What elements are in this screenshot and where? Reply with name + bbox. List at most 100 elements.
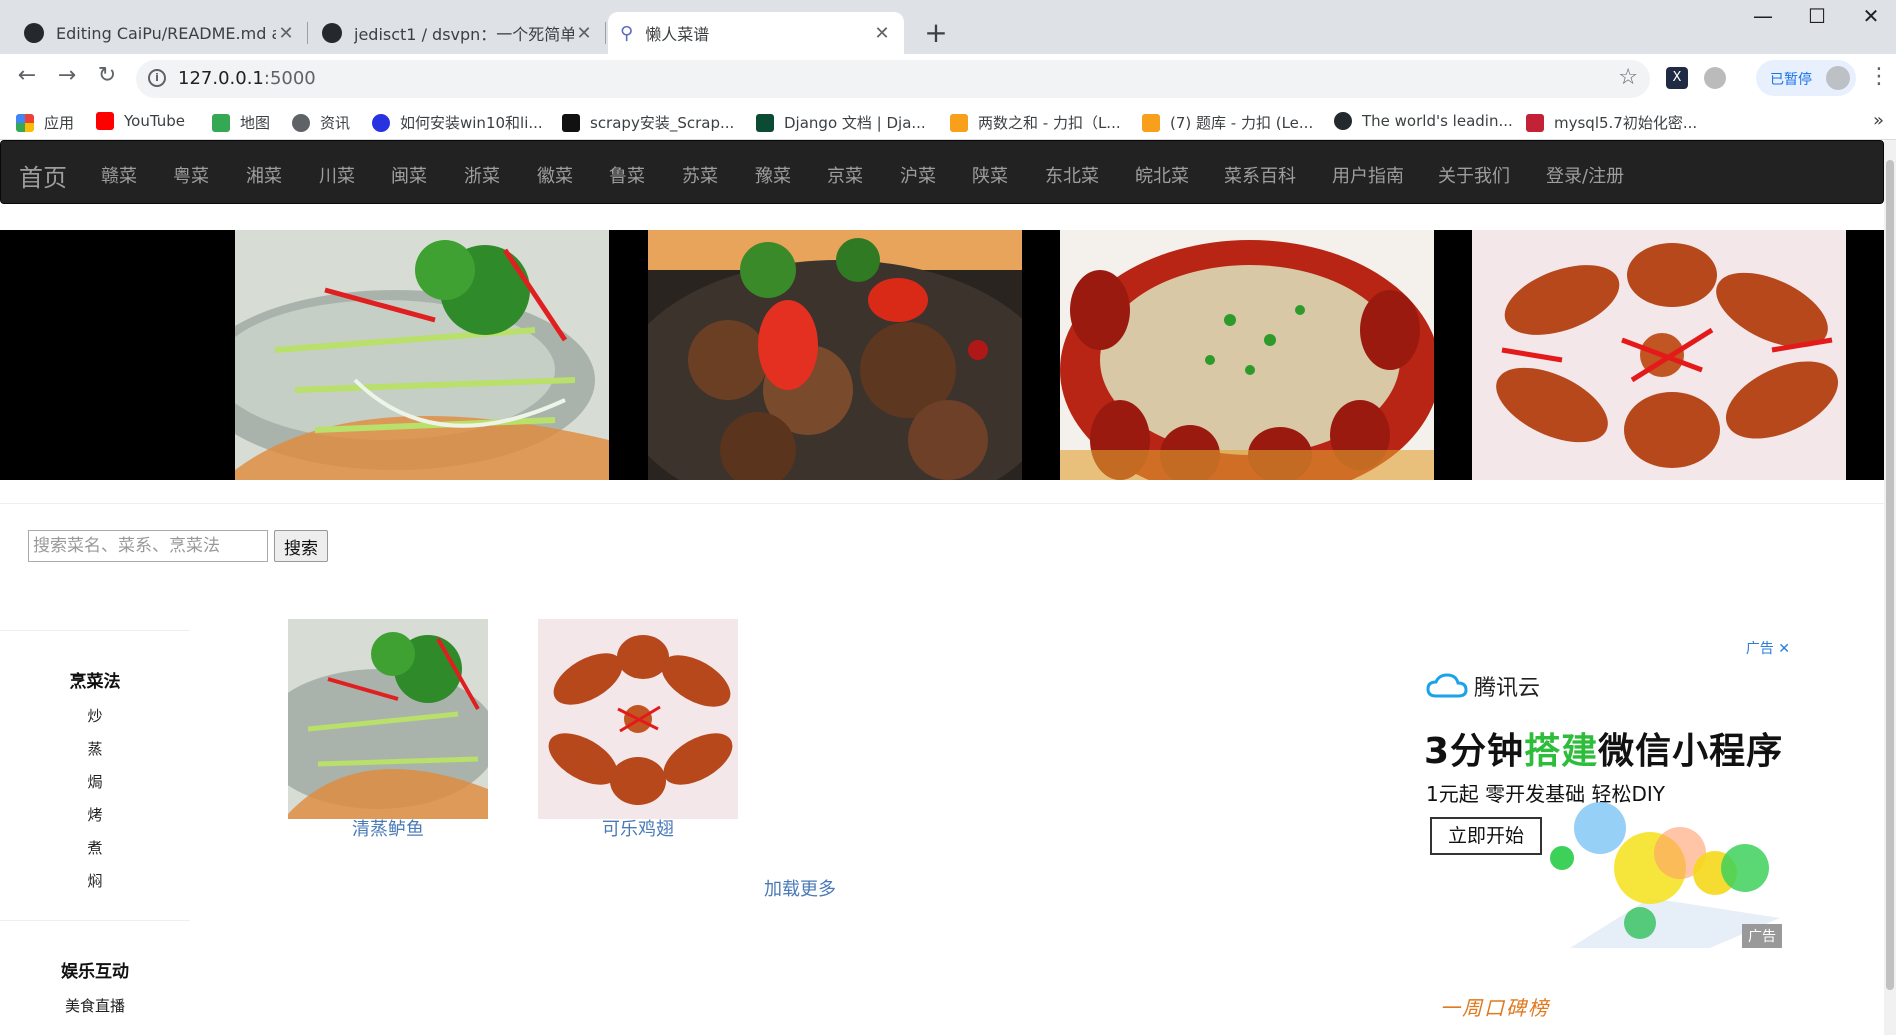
search-input[interactable]	[28, 530, 268, 562]
leetcode-icon	[950, 113, 968, 132]
sidebar-item-food-live[interactable]: 美食直播	[0, 990, 190, 1023]
ad-corner-label: 广告	[1742, 924, 1782, 948]
new-tab-button[interactable]: +	[920, 16, 952, 49]
close-tab-icon[interactable]: ✕	[574, 23, 594, 44]
bookmarks-bar: 应用 YouTube 地图 资讯 如何安装win10和li... scrapy安…	[0, 104, 1896, 140]
page-icon: ⚲	[620, 22, 634, 44]
bookmark-mysql[interactable]: mysql5.7初始化密...	[1526, 112, 1697, 133]
bookmark-maps[interactable]: 地图	[212, 112, 270, 133]
bookmark-install-win10[interactable]: 如何安装win10和li...	[372, 112, 543, 133]
dish-card[interactable]: 清蒸鲈鱼	[288, 619, 488, 841]
sidebar-section-title: 烹菜法	[69, 672, 121, 692]
dish-name[interactable]: 可乐鸡翅	[538, 819, 738, 841]
sidebar-item-roast[interactable]: 烤	[0, 799, 190, 832]
site-info-icon[interactable]: i	[148, 69, 166, 87]
nav-brand-home[interactable]: 首页	[19, 158, 67, 193]
dish-image-steamed-fish[interactable]	[288, 619, 488, 819]
bookmark-star-icon[interactable]: ☆	[1618, 65, 1638, 90]
tab-lanren-caipu[interactable]: ⚲ 懒人菜谱 ✕	[608, 12, 904, 54]
nav-link[interactable]: 沪菜	[900, 162, 936, 188]
sidebar-section-title: 娱乐互动	[61, 962, 129, 982]
nav-link[interactable]: 登录/注册	[1546, 162, 1624, 188]
carousel-image-steamed-fish[interactable]	[235, 230, 609, 480]
maximize-icon[interactable]: ☐	[1792, 4, 1842, 28]
csdn-icon	[1526, 113, 1544, 132]
nav-link[interactable]: 陕菜	[972, 162, 1008, 188]
ad-close-button[interactable]: 广告 ✕	[1746, 638, 1790, 658]
extension-icon[interactable]: X	[1666, 67, 1688, 89]
tencent-cloud-icon	[1426, 673, 1468, 698]
globe-icon	[292, 113, 310, 132]
dish-card[interactable]: 可乐鸡翅	[538, 619, 738, 841]
nav-link[interactable]: 浙菜	[464, 162, 500, 188]
bookmark-django[interactable]: Django 文档 | Dja...	[756, 112, 926, 133]
weekly-ranking-title: 一周口碑榜	[1440, 996, 1550, 1020]
browser-tab-strip: Editing CaiPu/README.md at ✕ jedisct1 / …	[0, 0, 1896, 54]
scrollbar-thumb[interactable]	[1886, 160, 1894, 990]
advertisement-banner[interactable]: 广告 ✕ 腾讯云 3分钟搭建微信小程序 1元起 零开发基础 轻松DIY 立即开始…	[1420, 638, 1794, 950]
bookmark-news[interactable]: 资讯	[292, 112, 350, 133]
forward-icon[interactable]: →	[52, 63, 82, 88]
close-tab-icon[interactable]: ✕	[276, 23, 296, 44]
sidebar-entertainment: 娱乐互动 美食直播	[0, 920, 190, 1035]
bookmarks-overflow-icon[interactable]: »	[1873, 110, 1884, 131]
ad-headline: 3分钟搭建微信小程序	[1424, 731, 1784, 772]
dish-name[interactable]: 清蒸鲈鱼	[288, 819, 488, 841]
nav-link[interactable]: 粤菜	[173, 162, 209, 188]
ad-brand: 腾讯云	[1426, 670, 1540, 702]
nav-link[interactable]: 京菜	[827, 162, 863, 188]
github-icon	[322, 23, 342, 43]
load-more-link[interactable]: 加载更多	[764, 875, 836, 901]
bookmark-leetcode-problems[interactable]: (7) 题库 - 力扣 (Le...	[1142, 112, 1313, 133]
nav-link[interactable]: 皖北菜	[1135, 162, 1189, 188]
sidebar-item-braise[interactable]: 焖	[0, 865, 190, 898]
nav-link[interactable]: 川菜	[319, 162, 355, 188]
leetcode-icon	[1142, 113, 1160, 132]
sidebar-item-stir-fry[interactable]: 炒	[0, 700, 190, 733]
nav-link[interactable]: 湘菜	[246, 162, 282, 188]
carousel-image-braised-meat[interactable]	[648, 230, 1022, 480]
url-text: 127.0.0.1:5000	[178, 68, 316, 89]
bookmark-youtube[interactable]: YouTube	[96, 112, 185, 130]
sidebar-item-bake[interactable]: 焗	[0, 766, 190, 799]
nav-link[interactable]: 关于我们	[1438, 162, 1510, 188]
bookmark-scrapy[interactable]: scrapy安装_Scrap...	[562, 112, 734, 133]
minimize-icon[interactable]: —	[1738, 4, 1788, 28]
youtube-icon	[96, 112, 114, 130]
close-window-icon[interactable]: ✕	[1846, 4, 1896, 28]
bookmark-leetcode-two-sum[interactable]: 两数之和 - 力扣（L...	[950, 112, 1121, 133]
nav-link[interactable]: 苏菜	[682, 162, 718, 188]
scrapy-icon	[562, 113, 580, 132]
nav-link[interactable]: 闽菜	[391, 162, 427, 188]
nav-link[interactable]: 豫菜	[755, 162, 791, 188]
sidebar-item-steam[interactable]: 蒸	[0, 733, 190, 766]
bookmark-apps[interactable]: 应用	[16, 112, 74, 133]
nav-link[interactable]: 徽菜	[537, 162, 573, 188]
nav-link[interactable]: 鲁菜	[609, 162, 645, 188]
ad-start-button[interactable]: 立即开始	[1430, 817, 1542, 855]
extension-globe-icon[interactable]	[1704, 67, 1726, 89]
dish-image-cola-chicken-wings[interactable]	[538, 619, 738, 819]
browser-menu-icon[interactable]: ⋮	[1868, 64, 1890, 89]
tab-dsvpn[interactable]: jedisct1 / dsvpn：一个死简单的 ✕	[310, 12, 606, 54]
carousel-image-garlic-crayfish[interactable]	[1060, 230, 1434, 480]
nav-link[interactable]: 赣菜	[101, 162, 137, 188]
close-tab-icon[interactable]: ✕	[872, 23, 892, 44]
avatar	[1826, 66, 1850, 90]
sidebar-item-boil[interactable]: 煮	[0, 832, 190, 865]
nav-link[interactable]: 东北菜	[1045, 162, 1099, 188]
sidebar-cooking-methods: 烹菜法 炒 蒸 焗 烤 煮 焖	[0, 630, 190, 920]
reload-icon[interactable]: ↻	[92, 63, 122, 88]
tab-editing-readme[interactable]: Editing CaiPu/README.md at ✕	[12, 12, 308, 54]
carousel-image-cola-chicken-wings[interactable]	[1472, 230, 1846, 480]
image-carousel[interactable]	[0, 230, 1884, 480]
back-icon[interactable]: ←	[12, 63, 42, 88]
search-button[interactable]: 搜索	[274, 530, 328, 562]
apps-grid-icon	[16, 113, 34, 132]
page-scrollbar[interactable]	[1884, 140, 1896, 1035]
nav-link[interactable]: 用户指南	[1332, 162, 1404, 188]
nav-link[interactable]: 菜系百科	[1224, 162, 1296, 188]
profile-button[interactable]: 已暂停	[1756, 60, 1856, 96]
bookmark-github[interactable]: The world's leadin...	[1334, 112, 1513, 130]
address-bar[interactable]: i 127.0.0.1:5000 ☆	[136, 60, 1650, 98]
